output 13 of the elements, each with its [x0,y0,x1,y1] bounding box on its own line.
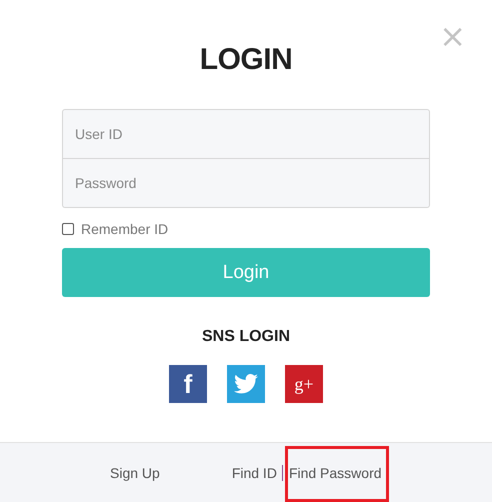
user-id-field[interactable]: User ID [62,109,430,159]
twitter-button[interactable] [227,365,265,403]
password-field[interactable]: Password [62,159,430,208]
sns-title: SNS LOGIN [200,328,291,346]
dialog-title: LOGIN [198,42,294,78]
google-plus-button[interactable]: g+ [285,365,323,403]
footer-link[interactable]: Find Password [288,464,382,480]
footer-link[interactable]: Sign Up [110,464,160,480]
facebook-button[interactable]: f [169,365,207,403]
remember-label: Remember ID [81,221,168,237]
remember-checkbox[interactable] [62,223,74,235]
footer-link[interactable]: Find ID [232,464,277,480]
bird-icon [234,374,258,394]
